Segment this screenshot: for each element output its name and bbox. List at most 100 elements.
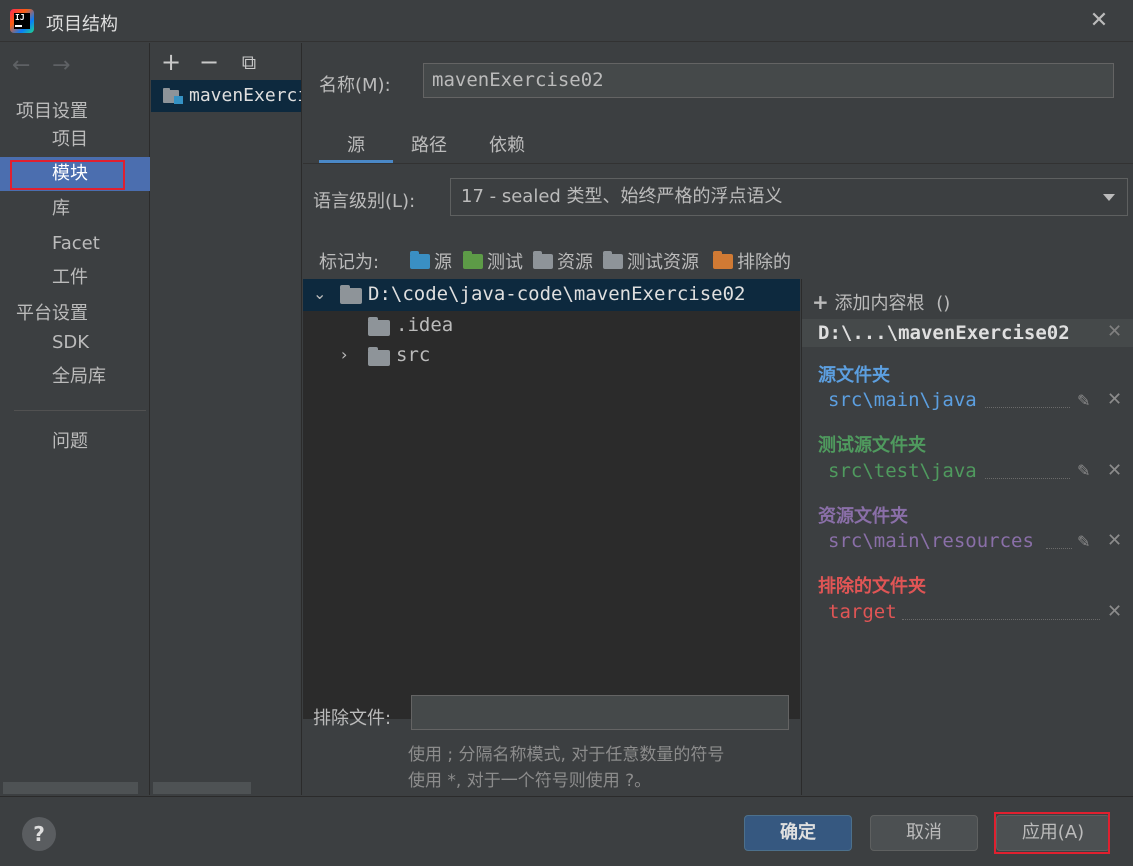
source-folder-icon	[410, 251, 430, 269]
nav-item-problems[interactable]: 问题	[0, 425, 150, 459]
source-folder-path: src\main\java	[828, 389, 977, 411]
window-title: 项目结构	[46, 14, 118, 35]
nav-section-platform-settings: 平台设置	[16, 303, 88, 324]
help-icon[interactable]: ?	[22, 817, 56, 851]
exclude-hint-line-2: 使用 *, 对于一个符号则使用 ?。	[408, 771, 652, 791]
excluded-folder-icon	[713, 251, 733, 269]
remove-module-icon[interactable]: −	[196, 49, 222, 75]
dotted-leader	[985, 407, 1070, 408]
mark-resources-button[interactable]: 资源	[533, 248, 593, 274]
dotted-leader	[985, 478, 1070, 479]
remove-folder-icon[interactable]: ✕	[1107, 530, 1122, 551]
folder-icon	[340, 285, 362, 304]
nav-item-libraries[interactable]: 库	[0, 192, 150, 226]
remove-root-icon[interactable]: ✕	[1107, 321, 1122, 342]
mark-excluded-button[interactable]: 排除的	[713, 248, 791, 274]
mark-test-resources-button[interactable]: 测试资源	[603, 248, 699, 274]
mark-as-label: 标记为:	[319, 252, 380, 273]
content-root-tree: ⌄ D:\code\java-code\mavenExercise02 .ide…	[303, 279, 800, 719]
dialog-button-bar: ? 确定 取消 应用(A)	[0, 796, 1133, 866]
edit-pencil-icon[interactable]: ✎	[1077, 461, 1090, 480]
edit-pencil-icon[interactable]: ✎	[1077, 391, 1090, 410]
module-list-panel: + − ⧉ mavenExercise02	[151, 43, 302, 795]
nav-divider	[14, 410, 146, 411]
tree-row-root[interactable]: ⌄ D:\code\java-code\mavenExercise02	[303, 279, 800, 311]
close-icon[interactable]: ✕	[1086, 8, 1112, 34]
module-list-item[interactable]: mavenExercise02	[151, 80, 301, 112]
plus-icon: +	[812, 290, 829, 314]
nav-item-project[interactable]: 项目	[0, 123, 150, 157]
title-bar: IJ 项目结构 ✕	[0, 0, 1133, 42]
exclude-files-input[interactable]	[411, 695, 789, 730]
test-resource-folder-icon	[603, 251, 623, 269]
nav-item-artifacts[interactable]: 工件	[0, 261, 150, 295]
intellij-logo-icon: IJ	[10, 9, 34, 33]
tab-sources[interactable]: 源	[347, 131, 365, 157]
copy-module-icon[interactable]: ⧉	[236, 49, 262, 75]
folder-icon	[368, 347, 390, 366]
mark-test-resources-label: 测试资源	[627, 252, 699, 273]
tree-item-label: .idea	[396, 314, 454, 336]
module-list-scrollbar[interactable]	[153, 782, 251, 794]
modules-highlight-box	[10, 160, 125, 190]
chevron-right-icon[interactable]: ›	[341, 345, 347, 364]
module-settings-panel: 名称(M): mavenExercise02 源 路径 依赖 语言级别(L): …	[303, 43, 1133, 795]
remove-folder-icon[interactable]: ✕	[1107, 389, 1122, 410]
mark-tests-button[interactable]: 测试	[463, 248, 523, 274]
language-level-value: 17 - sealed 类型、始终严格的浮点语义	[461, 186, 783, 207]
nav-item-global-libraries[interactable]: 全局库	[0, 360, 150, 394]
tree-root-label: D:\code\java-code\mavenExercise02	[368, 283, 746, 305]
mark-sources-label: 源	[434, 252, 452, 273]
mark-tests-label: 测试	[487, 252, 523, 273]
excluded-folders-title: 排除的文件夹	[818, 576, 926, 597]
folder-icon	[368, 317, 390, 336]
back-arrow-icon[interactable]: ←	[12, 53, 30, 78]
resource-folders-title: 资源文件夹	[818, 506, 908, 527]
dotted-leader	[1046, 548, 1072, 549]
tabs-divider	[303, 163, 1133, 164]
dotted-leader	[902, 619, 1100, 620]
module-name-input[interactable]: mavenExercise02	[423, 63, 1114, 98]
add-content-root-label: 添加内容根	[834, 293, 925, 314]
tab-paths[interactable]: 路径	[411, 131, 447, 157]
language-level-label: 语言级别(L):	[313, 191, 416, 212]
nav-item-facets[interactable]: Facet	[0, 227, 150, 261]
remove-folder-icon[interactable]: ✕	[1107, 601, 1122, 622]
tree-row-idea[interactable]: .idea	[303, 311, 800, 341]
chevron-down-icon[interactable]	[1103, 194, 1115, 201]
resource-folder-icon	[533, 251, 553, 269]
forward-arrow-icon[interactable]: →	[52, 53, 70, 78]
test-folder-icon	[463, 251, 483, 269]
mark-resources-label: 资源	[557, 252, 593, 273]
settings-nav: ← → 项目设置 项目 模块 库 Facet 工件 平台设置 SDK 全局库 问…	[0, 43, 150, 795]
nav-item-sdk[interactable]: SDK	[0, 326, 150, 360]
content-root-path: D:\...\mavenExercise02	[818, 322, 1070, 344]
module-name: mavenExercise02	[189, 85, 301, 106]
content-root-header: D:\...\mavenExercise02 ✕	[802, 319, 1133, 347]
mark-excluded-label: 排除的	[737, 252, 791, 273]
remove-folder-icon[interactable]: ✕	[1107, 460, 1122, 481]
test-source-folder-path: src\test\java	[828, 460, 977, 482]
chevron-down-icon[interactable]: ⌄	[313, 284, 326, 303]
resource-folder-path: src\main\resources	[828, 530, 1034, 552]
add-content-root-button[interactable]: + 添加内容根 ()	[812, 289, 950, 315]
test-source-folders-title: 测试源文件夹	[818, 435, 926, 456]
exclude-files-label: 排除文件:	[313, 708, 392, 729]
tree-row-src[interactable]: › src	[303, 341, 800, 371]
ok-button[interactable]: 确定	[744, 815, 852, 851]
source-folders-title: 源文件夹	[818, 365, 890, 386]
add-module-icon[interactable]: +	[158, 49, 184, 75]
mark-sources-button[interactable]: 源	[410, 248, 452, 274]
apply-highlight-box	[994, 812, 1110, 854]
excluded-folder-path: target	[828, 601, 897, 623]
edit-pencil-icon[interactable]: ✎	[1077, 532, 1090, 551]
tab-dependencies[interactable]: 依赖	[489, 131, 525, 157]
cancel-button[interactable]: 取消	[870, 815, 978, 851]
exclude-hint-line-1: 使用 ; 分隔名称模式, 对于任意数量的符号	[408, 745, 725, 765]
content-roots-panel: + 添加内容根 () D:\...\mavenExercise02 ✕ 源文件夹…	[801, 279, 1133, 795]
nav-scrollbar[interactable]	[3, 782, 138, 794]
parenthesis-icon: ()	[936, 293, 951, 314]
language-level-select[interactable]: 17 - sealed 类型、始终严格的浮点语义	[450, 178, 1128, 216]
name-label: 名称(M):	[319, 75, 391, 96]
tree-item-label: src	[396, 344, 431, 366]
